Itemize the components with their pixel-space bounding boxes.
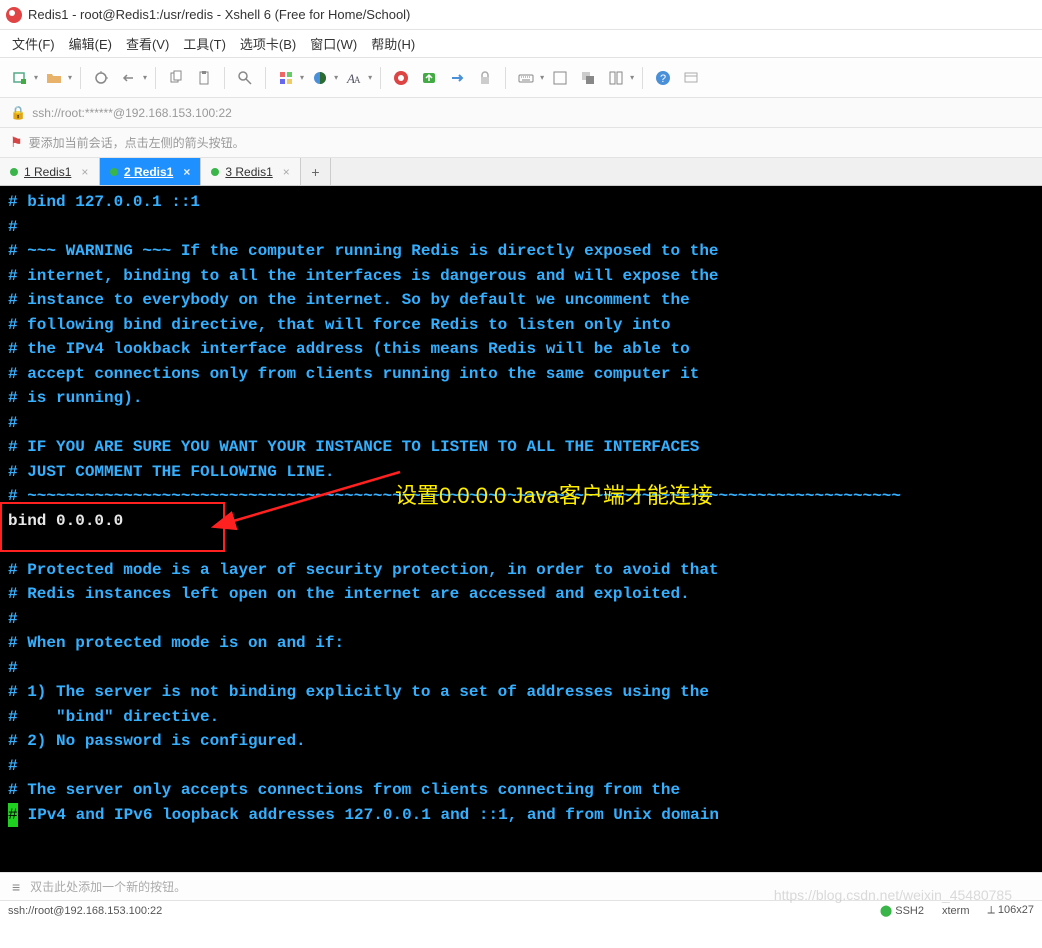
terminal-line: # following bind directive, that will fo… [8, 316, 671, 334]
tab-2[interactable]: 2 Redis1 × [100, 158, 201, 185]
terminal-line: # the IPv4 lookback interface address (t… [8, 340, 690, 358]
terminal-line: IPv4 and IPv6 loopback addresses 127.0.0… [18, 806, 719, 824]
terminal-line: # "bind" directive. [8, 708, 219, 726]
cascade-icon[interactable] [604, 66, 628, 90]
toolbar: ▾ ▾ ▾ ▾ ▾ AA▾ ▾ ▾ ? [0, 58, 1042, 98]
ssh-icon: ⬤ [880, 905, 892, 917]
statusbar: ssh://root@192.168.153.100:22 ⬤ SSH2 xte… [0, 900, 1042, 920]
bind-line: bind 0.0.0.0 [8, 512, 123, 530]
toolbar-sep [80, 67, 81, 89]
copy-icon[interactable] [164, 66, 188, 90]
menu-edit[interactable]: 编辑(E) [69, 34, 112, 53]
terminal-line: # Redis instances left open on the inter… [8, 585, 690, 603]
status-dot [211, 168, 219, 176]
transparent-icon[interactable] [576, 66, 600, 90]
tab-label: 2 Redis1 [124, 165, 173, 179]
xagent-icon[interactable] [389, 66, 413, 90]
hint-text: 要添加当前会话，点击左侧的箭头按钮。 [29, 134, 245, 151]
close-icon[interactable]: × [283, 165, 290, 179]
toolbar-sep [155, 67, 156, 89]
open-icon[interactable] [42, 66, 66, 90]
toolbar-sep [380, 67, 381, 89]
terminal-line: # 2) No password is configured. [8, 732, 306, 750]
titlebar: Redis1 - root@Redis1:/usr/redis - Xshell… [0, 0, 1042, 30]
bottom-hint-text: 双击此处添加一个新的按钮。 [30, 878, 186, 895]
window-title: Redis1 - root@Redis1:/usr/redis - Xshell… [28, 7, 410, 22]
terminal-line: # [8, 757, 18, 775]
close-icon[interactable]: × [183, 165, 190, 179]
terminal-line: # accept connections only from clients r… [8, 365, 699, 383]
addressbar: 🔒 ssh://root:******@192.168.153.100:22 [0, 98, 1042, 128]
color-scheme-icon[interactable] [308, 66, 332, 90]
flag-icon: ⚑ [10, 134, 23, 151]
terminal-line: # IF YOU ARE SURE YOU WANT YOUR INSTANCE… [8, 438, 699, 456]
fullscreen-icon[interactable] [548, 66, 572, 90]
svg-text:A: A [354, 75, 361, 85]
status-dot [110, 168, 118, 176]
terminal-line: # instance to everybody on the internet.… [8, 291, 690, 309]
terminal-line: # 1) The server is not binding explicitl… [8, 683, 709, 701]
new-session-icon[interactable] [8, 66, 32, 90]
hamburger-icon[interactable]: ≡ [12, 879, 20, 895]
lock-icon: 🔒 [10, 105, 26, 121]
search-icon[interactable] [233, 66, 257, 90]
xftp-icon[interactable] [417, 66, 441, 90]
watermark: https://blog.csdn.net/weixin_45480785 [774, 887, 1012, 903]
terminal-line: # ~~~ WARNING ~~~ If the computer runnin… [8, 242, 719, 260]
cursor: # [8, 803, 18, 828]
toolbar-sep [265, 67, 266, 89]
tab-1[interactable]: 1 Redis1 × [0, 158, 100, 185]
font-icon[interactable]: AA [342, 66, 366, 90]
app-icon [6, 7, 22, 23]
annotation-text: 设置0.0.0.0 Java客户端才能连接 [395, 484, 713, 509]
hintbar: ⚑ 要添加当前会话，点击左侧的箭头按钮。 [0, 128, 1042, 158]
menu-window[interactable]: 窗口(W) [310, 34, 357, 53]
svg-text:?: ? [660, 73, 666, 85]
terminal-line: # internet, binding to all the interface… [8, 267, 719, 285]
menu-view[interactable]: 查看(V) [126, 34, 169, 53]
paste-icon[interactable] [192, 66, 216, 90]
terminal-line: # JUST COMMENT THE FOLLOWING LINE. [8, 463, 334, 481]
tunneling-icon[interactable] [445, 66, 469, 90]
status-address: ssh://root@192.168.153.100:22 [8, 905, 162, 917]
toolbar-sep [224, 67, 225, 89]
toolbar-sep [642, 67, 643, 89]
help-icon[interactable]: ? [651, 66, 675, 90]
menu-tab[interactable]: 选项卡(B) [240, 34, 296, 53]
tab-3[interactable]: 3 Redis1 × [201, 158, 301, 185]
terminal-line: # When protected mode is on and if: [8, 634, 344, 652]
terminal-line: # bind 127.0.0.1 ::1 [8, 193, 200, 211]
menu-file[interactable]: 文件(F) [12, 34, 55, 53]
status-dot [10, 168, 18, 176]
tab-label: 1 Redis1 [24, 165, 71, 179]
keyboard-icon[interactable] [514, 66, 538, 90]
status-term: xterm [942, 905, 970, 917]
terminal[interactable]: # bind 127.0.0.1 ::1 # # ~~~ WARNING ~~~… [0, 186, 1042, 872]
lock-icon[interactable] [473, 66, 497, 90]
terminal-line: # is running). [8, 389, 142, 407]
tabbar: 1 Redis1 × 2 Redis1 × 3 Redis1 × + [0, 158, 1042, 186]
tab-add[interactable]: + [301, 158, 330, 185]
toolbar-sep [505, 67, 506, 89]
terminal-line: # [8, 218, 18, 236]
address-text[interactable]: ssh://root:******@192.168.153.100:22 [32, 106, 232, 120]
terminal-line: # [8, 610, 18, 628]
terminal-line: # [8, 659, 18, 677]
status-size: 106x27 [998, 904, 1034, 916]
terminal-line: # The server only accepts connections fr… [8, 781, 680, 799]
close-icon[interactable]: × [81, 165, 88, 179]
add-icon: + [311, 164, 319, 180]
menubar: 文件(F) 编辑(E) 查看(V) 工具(T) 选项卡(B) 窗口(W) 帮助(… [0, 30, 1042, 58]
tab-label: 3 Redis1 [225, 165, 272, 179]
properties-icon[interactable] [274, 66, 298, 90]
sessions-icon[interactable] [679, 66, 703, 90]
menu-help[interactable]: 帮助(H) [371, 34, 415, 53]
terminal-line: # [8, 414, 18, 432]
menu-tools[interactable]: 工具(T) [183, 34, 226, 53]
terminal-line: # Protected mode is a layer of security … [8, 561, 719, 579]
status-ssh: SSH2 [895, 905, 924, 917]
disconnect-icon[interactable] [117, 66, 141, 90]
reconnect-icon[interactable] [89, 66, 113, 90]
